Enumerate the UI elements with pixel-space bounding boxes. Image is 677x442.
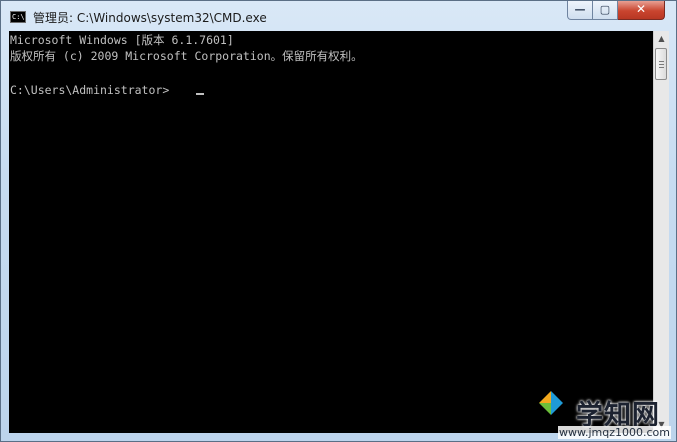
grip-line [659,64,664,65]
watermark-url: www.jmqz1000.com [558,426,671,439]
site-watermark: 学知网 www.jmqz1000.com [538,384,674,439]
title-bar[interactable]: C:\ 管理员: C:\Windows\system32\CMD.exe — ▢… [1,1,676,31]
scroll-up-icon: ▲ [658,34,665,43]
console-line-copyright: 版权所有 (c) 2009 Microsoft Corporation。保留所有… [10,49,363,63]
watermark-logo-icon [539,391,563,415]
console-line-version: Microsoft Windows [版本 6.1.7601] [10,33,234,47]
grip-line [659,61,664,62]
console-output[interactable]: Microsoft Windows [版本 6.1.7601] 版权所有 (c)… [9,31,653,433]
scroll-thumb[interactable] [655,48,667,80]
grip-line [659,67,664,68]
window-title: 管理员: C:\Windows\system32\CMD.exe [33,11,267,25]
minimize-button[interactable]: — [567,1,593,20]
cmd-icon[interactable]: C:\ [10,11,26,23]
scroll-up-button[interactable]: ▲ [654,31,669,47]
maximize-button[interactable]: ▢ [593,1,618,20]
vertical-scrollbar[interactable]: ▲ ▼ [653,31,669,433]
minimize-icon: — [574,3,586,16]
cmd-window: C:\ 管理员: C:\Windows\system32\CMD.exe — ▢… [0,0,677,442]
maximize-icon: ▢ [599,3,611,16]
close-icon: ✕ [635,2,647,16]
console-prompt: C:\Users\Administrator> [10,83,170,97]
close-button[interactable]: ✕ [618,1,665,20]
text-cursor [196,93,204,95]
